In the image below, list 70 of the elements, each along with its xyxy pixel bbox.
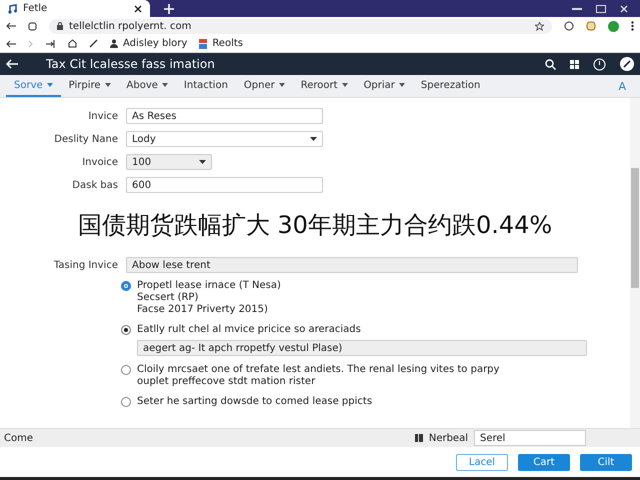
search-icon[interactable] — [545, 58, 556, 70]
dialog-button[interactable]: Lacel — [456, 454, 508, 470]
back-arrow-icon[interactable] — [6, 40, 16, 48]
reload-icon[interactable] — [28, 22, 37, 30]
close-icon[interactable] — [134, 4, 142, 12]
caret-icon — [199, 160, 206, 164]
option-text: Secsert (RP) — [137, 292, 200, 304]
field-label: Tasing Invice — [52, 260, 118, 270]
grid-icon[interactable] — [570, 60, 579, 68]
dialog-button[interactable]: Cart — [518, 454, 570, 470]
menu-tab[interactable]: Intaction — [176, 75, 236, 97]
status-field[interactable]: Serel — [474, 430, 586, 446]
maximize-icon[interactable] — [596, 4, 606, 12]
status-text: Come — [4, 432, 33, 444]
menu-tab[interactable]: Reroort — [292, 75, 356, 97]
lock-icon — [57, 22, 63, 30]
caret-icon — [278, 83, 285, 87]
caret-icon — [342, 83, 348, 87]
radio-button[interactable] — [121, 365, 131, 375]
dropdown-field[interactable]: Lody — [126, 131, 323, 147]
menu-tab[interactable]: Sorve — [6, 75, 61, 97]
menu-tab[interactable]: Pirpire — [60, 75, 119, 97]
radio-button[interactable] — [121, 325, 131, 335]
text-field[interactable]: 600 — [126, 177, 323, 193]
radio-button[interactable] — [121, 397, 131, 407]
dialog-button[interactable]: Cilt — [580, 454, 632, 470]
caret-icon — [162, 83, 168, 87]
app-title: Tax Cit lcalesse fass imation — [46, 57, 215, 71]
caret-icon — [46, 83, 53, 87]
option-text: Cloily mrcsaet one of trefate lest andiets. The renal lesing vites to parpy — [137, 364, 500, 376]
home-icon[interactable] — [68, 39, 77, 48]
text-field[interactable]: As Reses — [126, 108, 323, 124]
caret-icon — [104, 83, 111, 87]
text-field[interactable]: aegert ag- It apch rropetfy vestul Plase) — [137, 340, 587, 356]
field-label: Invice — [87, 110, 118, 122]
option-text: Seter he sarting dowsde to comed lease ppicts — [137, 396, 372, 408]
status-label: Nerbeal — [428, 432, 468, 444]
radio-button[interactable] — [121, 281, 131, 291]
bookmark[interactable]: Adisley blory — [110, 38, 188, 49]
option-text: ouplet preffecove stdt mation rister — [137, 376, 316, 388]
caret-icon — [310, 137, 317, 141]
tab-title: Fetle — [23, 3, 48, 14]
option-text: Facse 2017 Priverty 2015) — [137, 304, 269, 316]
menu-tab[interactable]: Opriar — [356, 75, 413, 97]
caret-icon — [398, 83, 405, 87]
person-icon — [110, 39, 118, 48]
font-toggle[interactable]: A — [604, 80, 640, 92]
menu-tab[interactable]: Above — [118, 75, 176, 97]
menu-tab[interactable]: Opner — [236, 75, 293, 97]
option-text: Propetl lease irnace (T Nesa) — [137, 280, 281, 292]
bookmark[interactable]: Reolts — [199, 38, 243, 49]
field-label: Invoice — [81, 156, 118, 168]
dropdown-field[interactable]: 100 — [126, 154, 212, 170]
minimize-icon[interactable] — [572, 8, 582, 10]
option-text: Eatlly rult chel al mvice pricice so areraciads — [137, 324, 361, 336]
back-arrow-icon[interactable] — [6, 22, 16, 30]
menu-tab[interactable]: Sperezation — [412, 75, 488, 97]
browser-tab[interactable]: Fetle — [0, 0, 150, 17]
folder-icon — [199, 38, 208, 48]
address-bar[interactable]: tellelctlin rpolyernt. com — [49, 18, 552, 34]
text-field[interactable]: Abow lese trent — [126, 257, 578, 273]
field-label: Deslity Nane — [53, 134, 118, 144]
profile-icon[interactable] — [620, 57, 634, 71]
music-note-icon — [8, 4, 17, 14]
field-label: Dask bas — [71, 180, 118, 190]
more-icon[interactable] — [631, 21, 634, 31]
star-icon[interactable] — [535, 22, 544, 30]
clock-icon[interactable] — [593, 58, 606, 70]
plus-icon[interactable] — [164, 4, 174, 14]
scrollbar[interactable] — [630, 98, 640, 428]
